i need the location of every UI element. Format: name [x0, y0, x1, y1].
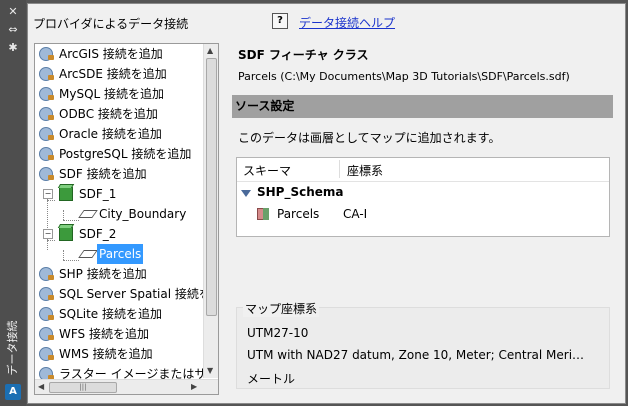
palette-title-strip: ✕ ⇔ ✱ データ接続 A [0, 0, 26, 406]
schema-row[interactable]: SHP_Schema [257, 185, 344, 199]
tree-connector [47, 190, 48, 250]
map-cs-title: マップ座標系 [243, 300, 320, 317]
scroll-down-icon[interactable]: ▼ [207, 366, 213, 375]
close-icon[interactable]: ✕ [6, 6, 20, 18]
layer-icon [78, 250, 98, 258]
provider-icon [39, 267, 54, 281]
feature-class-title: SDF フィーチャ クラス [238, 48, 369, 62]
source-description: このデータは画層としてマップに追加されます。 [238, 131, 501, 145]
provider-icon [39, 87, 54, 101]
provider-icon [39, 147, 54, 161]
header-divider [237, 181, 609, 182]
palette-title: データ接続 [6, 320, 19, 376]
data-connect-panel: プロバイダによるデータ接続 ? データ接続ヘルプ ArcGIS 接続を追加 Ar… [27, 3, 626, 404]
tree-horizontal-scrollbar[interactable]: ◀ ||| ▶ [35, 379, 218, 394]
layer-icon [78, 210, 98, 218]
autodesk-logo-icon: A [5, 384, 21, 400]
feature-class-icon [257, 208, 269, 220]
tree-connector [47, 240, 55, 241]
globe-icon [39, 327, 54, 341]
column-header-coordinate-system[interactable]: 座標系 [347, 162, 383, 179]
feature-class-cs: CA-I [343, 207, 368, 221]
scroll-right-icon[interactable]: ▶ [191, 382, 197, 391]
map-cs-code: UTM27-10 [247, 326, 309, 340]
column-divider [339, 160, 340, 178]
provider-tree[interactable]: ArcGIS 接続を追加 ArcSDE 接続を追加 MySQL 接続を追加 OD… [34, 43, 219, 395]
provider-icon [39, 127, 54, 141]
tree-connector [47, 200, 55, 201]
window: ✕ ⇔ ✱ データ接続 A プロバイダによるデータ接続 ? データ接続ヘルプ A… [0, 0, 628, 406]
tree-connector [63, 210, 64, 220]
map-cs-description: UTM with NAD27 datum, Zone 10, Meter; Ce… [247, 348, 585, 362]
expand-arrow-icon[interactable] [241, 190, 251, 197]
scroll-left-icon[interactable]: ◀ [38, 382, 44, 391]
tree-vertical-scrollbar[interactable]: ▲ ▼ [203, 44, 218, 378]
collapse-toggle-icon[interactable]: − [43, 189, 53, 199]
database-icon [59, 187, 73, 201]
feature-class-name[interactable]: Parcels [277, 207, 319, 221]
scroll-thumb[interactable] [206, 58, 217, 316]
autohide-icon[interactable]: ⇔ [6, 24, 20, 36]
scroll-up-icon[interactable]: ▲ [207, 46, 213, 55]
column-header-schema[interactable]: スキーマ [243, 162, 291, 179]
database-icon [59, 227, 73, 241]
tree-connector [63, 220, 79, 221]
provider-icon [39, 307, 54, 321]
tree-connector [63, 260, 79, 261]
tree-connector [63, 250, 64, 260]
source-settings-header: ソース設定 [232, 95, 613, 118]
help-link[interactable]: データ接続ヘルプ [299, 14, 395, 31]
provider-icon [39, 287, 54, 301]
map-cs-unit: メートル [247, 372, 296, 386]
properties-icon[interactable]: ✱ [6, 42, 20, 54]
provider-icon [39, 167, 54, 181]
globe-icon [39, 347, 54, 361]
scroll-thumb[interactable]: ||| [49, 382, 117, 393]
map-coordinate-system-group: マップ座標系 UTM27-10 UTM with NAD27 datum, Zo… [236, 300, 610, 389]
provider-icon [39, 47, 54, 61]
provider-icon [39, 67, 54, 81]
provider-icon [39, 107, 54, 121]
schema-list[interactable]: スキーマ 座標系 SHP_Schema Parcels CA-I [236, 157, 610, 237]
provider-pane-title: プロバイダによるデータ接続 [33, 17, 189, 31]
details-pane: SDF フィーチャ クラス Parcels (C:\My Documents\M… [232, 43, 615, 393]
collapse-toggle-icon[interactable]: − [43, 229, 53, 239]
help-icon[interactable]: ? [272, 13, 288, 29]
feature-class-path: Parcels (C:\My Documents\Map 3D Tutorial… [238, 70, 570, 83]
